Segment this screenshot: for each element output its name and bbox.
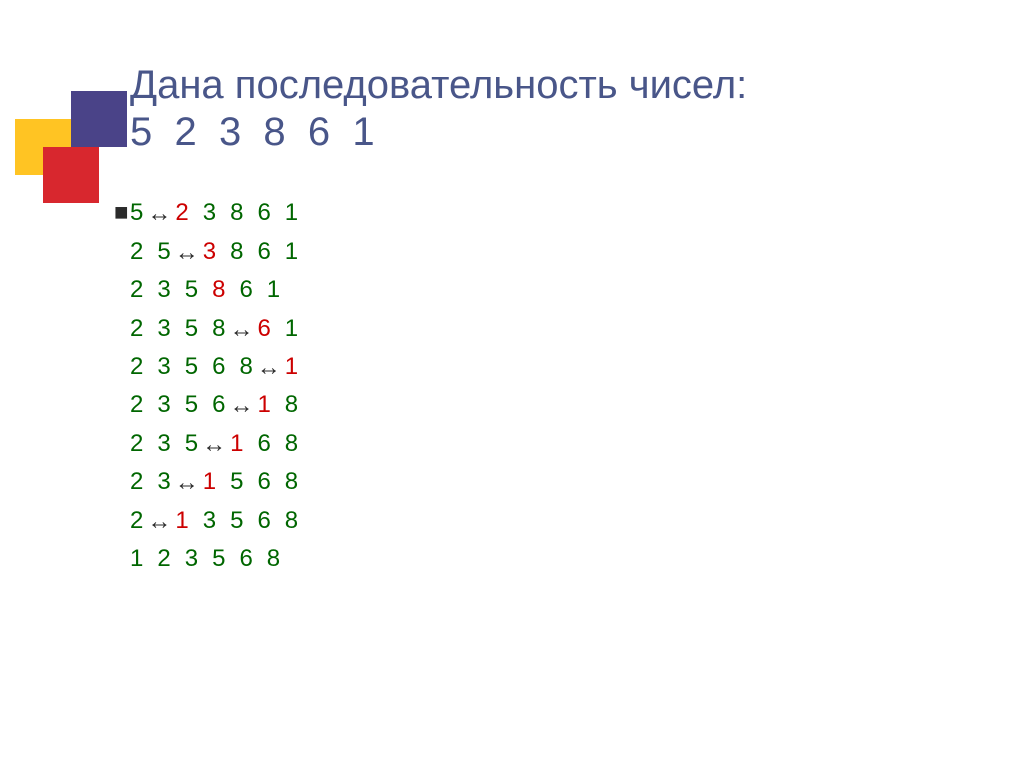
sequence-number: 6 [212,353,225,380]
swap-arrow-icon: ↔ [202,426,226,464]
decoration-purple-square [71,91,127,147]
sequence-number: 1 [175,507,188,534]
sequence-number: 1 [257,391,270,418]
sequence-number: 8 [239,353,252,380]
sequence-number: 2 [130,430,143,457]
sequence-number: 8 [285,391,298,418]
sequence-number: 3 [157,315,170,342]
sequence-number: 6 [212,391,225,418]
sequence-number: 5 [230,507,243,534]
sequence-number: 3 [203,507,216,534]
sort-step-row: 235↔168 [130,425,944,463]
sequence-number: 1 [230,430,243,457]
sequence-number: 1 [267,276,280,303]
sequence-number: 6 [257,430,270,457]
sequence-number: 8 [285,430,298,457]
sequence-number: 2 [130,391,143,418]
sort-step-row: 23↔1568 [130,463,944,501]
sequence-number: 5 [212,545,225,572]
sequence-number: 1 [203,468,216,495]
sequence-number: 2 [130,238,143,265]
sequence-number: 5 [130,199,143,226]
sequence-number: 8 [285,468,298,495]
sequence-number: 5 [185,430,198,457]
sequence-number: 3 [157,391,170,418]
sequence-number: 2 [157,545,170,572]
sequence-number: 1 [285,238,298,265]
sort-step-row: 23568↔1 [130,348,944,386]
sequence-number: 8 [212,315,225,342]
sequence-number: 1 [285,353,298,380]
sort-step-row: 123568 [130,540,944,578]
swap-arrow-icon: ↔ [175,464,199,502]
swap-arrow-icon: ↔ [175,234,199,272]
swap-arrow-icon: ↔ [147,195,171,233]
sequence-number: 6 [257,199,270,226]
title-line-1: Дана последовательность чисел: [130,63,747,107]
sequence-number: 8 [230,199,243,226]
sequence-number: 1 [285,315,298,342]
sequence-number: 2 [130,468,143,495]
swap-arrow-icon: ↔ [229,387,253,425]
sort-step-row: ■5↔23861 [130,194,944,232]
sequence-number: 6 [239,545,252,572]
slide-content: Дана последовательность чисел: 5 2 3 8 6… [130,62,944,578]
sequence-number: 3 [157,276,170,303]
swap-arrow-icon: ↔ [257,349,281,387]
sequence-number: 8 [267,545,280,572]
sequence-number: 8 [285,507,298,534]
sequence-number: 2 [175,199,188,226]
sequence-number: 8 [230,238,243,265]
sequence-number: 1 [285,199,298,226]
sequence-number: 6 [257,238,270,265]
sequence-number: 2 [130,276,143,303]
sequence-number: 5 [185,353,198,380]
sequence-number: 5 [185,276,198,303]
sequence-number: 5 [157,238,170,265]
sort-step-row: 2358↔61 [130,310,944,348]
sequence-number: 5 [185,315,198,342]
sequence-number: 8 [212,276,225,303]
sequence-number: 2 [130,353,143,380]
sequence-number: 3 [157,468,170,495]
sort-steps-list: ■5↔2386125↔38612358612358↔6123568↔12356↔… [130,194,944,578]
sequence-number: 1 [130,545,143,572]
sequence-number: 6 [239,276,252,303]
slide-title: Дана последовательность чисел: 5 2 3 8 6… [130,62,944,156]
sort-step-row: 25↔3861 [130,233,944,271]
sequence-number: 6 [257,315,270,342]
sequence-number: 3 [203,199,216,226]
sequence-number: 3 [157,430,170,457]
sequence-number: 5 [185,391,198,418]
sort-step-row: 235861 [130,271,944,309]
decoration-red-square [43,147,99,203]
sequence-number: 3 [185,545,198,572]
swap-arrow-icon: ↔ [147,503,171,541]
sequence-number: 2 [130,507,143,534]
sort-step-row: 2↔13568 [130,502,944,540]
sequence-number: 2 [130,315,143,342]
sequence-number: 3 [203,238,216,265]
sequence-number: 3 [157,353,170,380]
sequence-number: 6 [257,468,270,495]
sort-step-row: 2356↔18 [130,386,944,424]
sequence-number: 6 [257,507,270,534]
sequence-number: 5 [230,468,243,495]
swap-arrow-icon: ↔ [229,311,253,349]
title-line-2: 5 2 3 8 6 1 [130,110,375,154]
